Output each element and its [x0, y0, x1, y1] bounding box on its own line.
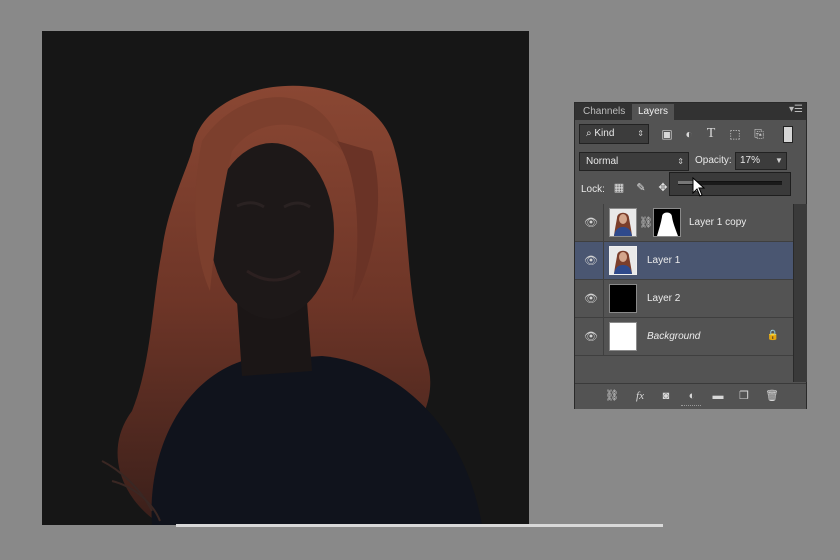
eye-column-divider: [603, 242, 604, 280]
trash-icon[interactable]: 🗑: [763, 388, 781, 404]
eye-icon[interactable]: 👁: [583, 255, 599, 267]
layer-row-background[interactable]: 👁 Background 🔒: [575, 318, 793, 356]
blend-mode-value: Normal: [586, 156, 619, 167]
mouse-pointer-icon: [692, 177, 706, 197]
layer-thumbnail[interactable]: [609, 322, 637, 351]
panel-menu-icon[interactable]: ▾☰: [789, 104, 803, 115]
search-icon: ⌕: [586, 128, 592, 139]
add-mask-icon[interactable]: ◙: [657, 388, 675, 404]
group-folder-icon[interactable]: ▬: [709, 388, 727, 404]
layer-name: Layer 1 copy: [689, 217, 747, 228]
document-canvas[interactable]: [42, 31, 529, 525]
layer-mask-thumbnail[interactable]: [653, 208, 681, 237]
filter-row: ⌕ Kind ⇕ ▣ ◐ T ⬚ ⎘: [579, 124, 804, 146]
tab-layers[interactable]: Layers: [632, 104, 675, 120]
layer-row-layer-2[interactable]: 👁 Layer 2: [575, 280, 793, 318]
lock-transparent-pixels-icon[interactable]: ▦: [611, 180, 627, 196]
layer-thumbnail[interactable]: [609, 284, 637, 313]
eye-column-divider: [603, 318, 604, 356]
updown-icon: ⇕: [637, 129, 644, 138]
panel-resize-grip[interactable]: [681, 405, 701, 409]
eye-column-divider: [603, 204, 604, 242]
eye-icon[interactable]: 👁: [583, 217, 599, 229]
layer-name: Layer 2: [647, 293, 681, 304]
updown-icon: ⇕: [677, 157, 684, 166]
horizontal-scrollbar[interactable]: [176, 524, 663, 527]
blend-mode-select[interactable]: Normal ⇕: [579, 152, 689, 171]
layer-thumbnail[interactable]: [609, 208, 637, 237]
lock-icon: 🔒: [766, 330, 779, 341]
smart-object-filter-icon[interactable]: ⎘: [751, 126, 767, 142]
kind-filter-select[interactable]: ⌕ Kind ⇕: [579, 124, 649, 144]
type-filter-icon[interactable]: T: [703, 126, 719, 142]
filter-toggle-switch[interactable]: [783, 126, 793, 143]
panel-tab-bar: Channels Layers ▾☰: [575, 103, 806, 120]
kind-label: Kind: [594, 128, 615, 139]
layers-panel: Channels Layers ▾☰ ⌕ Kind ⇕ ▣ ◐ T ⬚ ⎘ No…: [574, 102, 807, 409]
layer-name: Background: [647, 331, 701, 342]
opacity-dropdown-arrow[interactable]: ▼: [771, 152, 787, 170]
eye-column-divider: [603, 280, 604, 318]
link-chain-icon[interactable]: ⛓: [639, 216, 653, 229]
lock-label: Lock:: [581, 184, 605, 195]
layers-list: 👁 ⛓ Layer 1 copy 👁 Layer 1 👁 Layer 2 👁 B…: [575, 204, 793, 358]
layer-row-layer-1[interactable]: 👁 Layer 1: [575, 242, 793, 280]
image-filter-icon[interactable]: ▣: [659, 126, 675, 142]
opacity-slider-popup: [669, 172, 791, 196]
fx-icon[interactable]: fx: [631, 388, 649, 404]
new-layer-icon[interactable]: ❐: [735, 388, 753, 404]
lock-image-pixels-icon[interactable]: ✎: [633, 180, 649, 196]
layer-row-layer-1-copy[interactable]: 👁 ⛓ Layer 1 copy: [575, 204, 793, 242]
adjustment-layer-icon[interactable]: ◐: [683, 388, 701, 404]
opacity-label: Opacity:: [695, 155, 732, 166]
adjustment-filter-icon[interactable]: ◐: [681, 126, 697, 142]
shape-filter-icon[interactable]: ⬚: [727, 126, 743, 142]
link-layers-icon[interactable]: ⛓: [603, 388, 621, 404]
layer-thumbnail[interactable]: [609, 246, 637, 275]
eye-icon[interactable]: 👁: [583, 293, 599, 305]
portrait-image: [42, 31, 529, 525]
eye-icon[interactable]: 👁: [583, 331, 599, 343]
tab-channels[interactable]: Channels: [577, 104, 631, 120]
layer-name: Layer 1: [647, 255, 681, 266]
vertical-scrollbar[interactable]: [793, 204, 807, 382]
